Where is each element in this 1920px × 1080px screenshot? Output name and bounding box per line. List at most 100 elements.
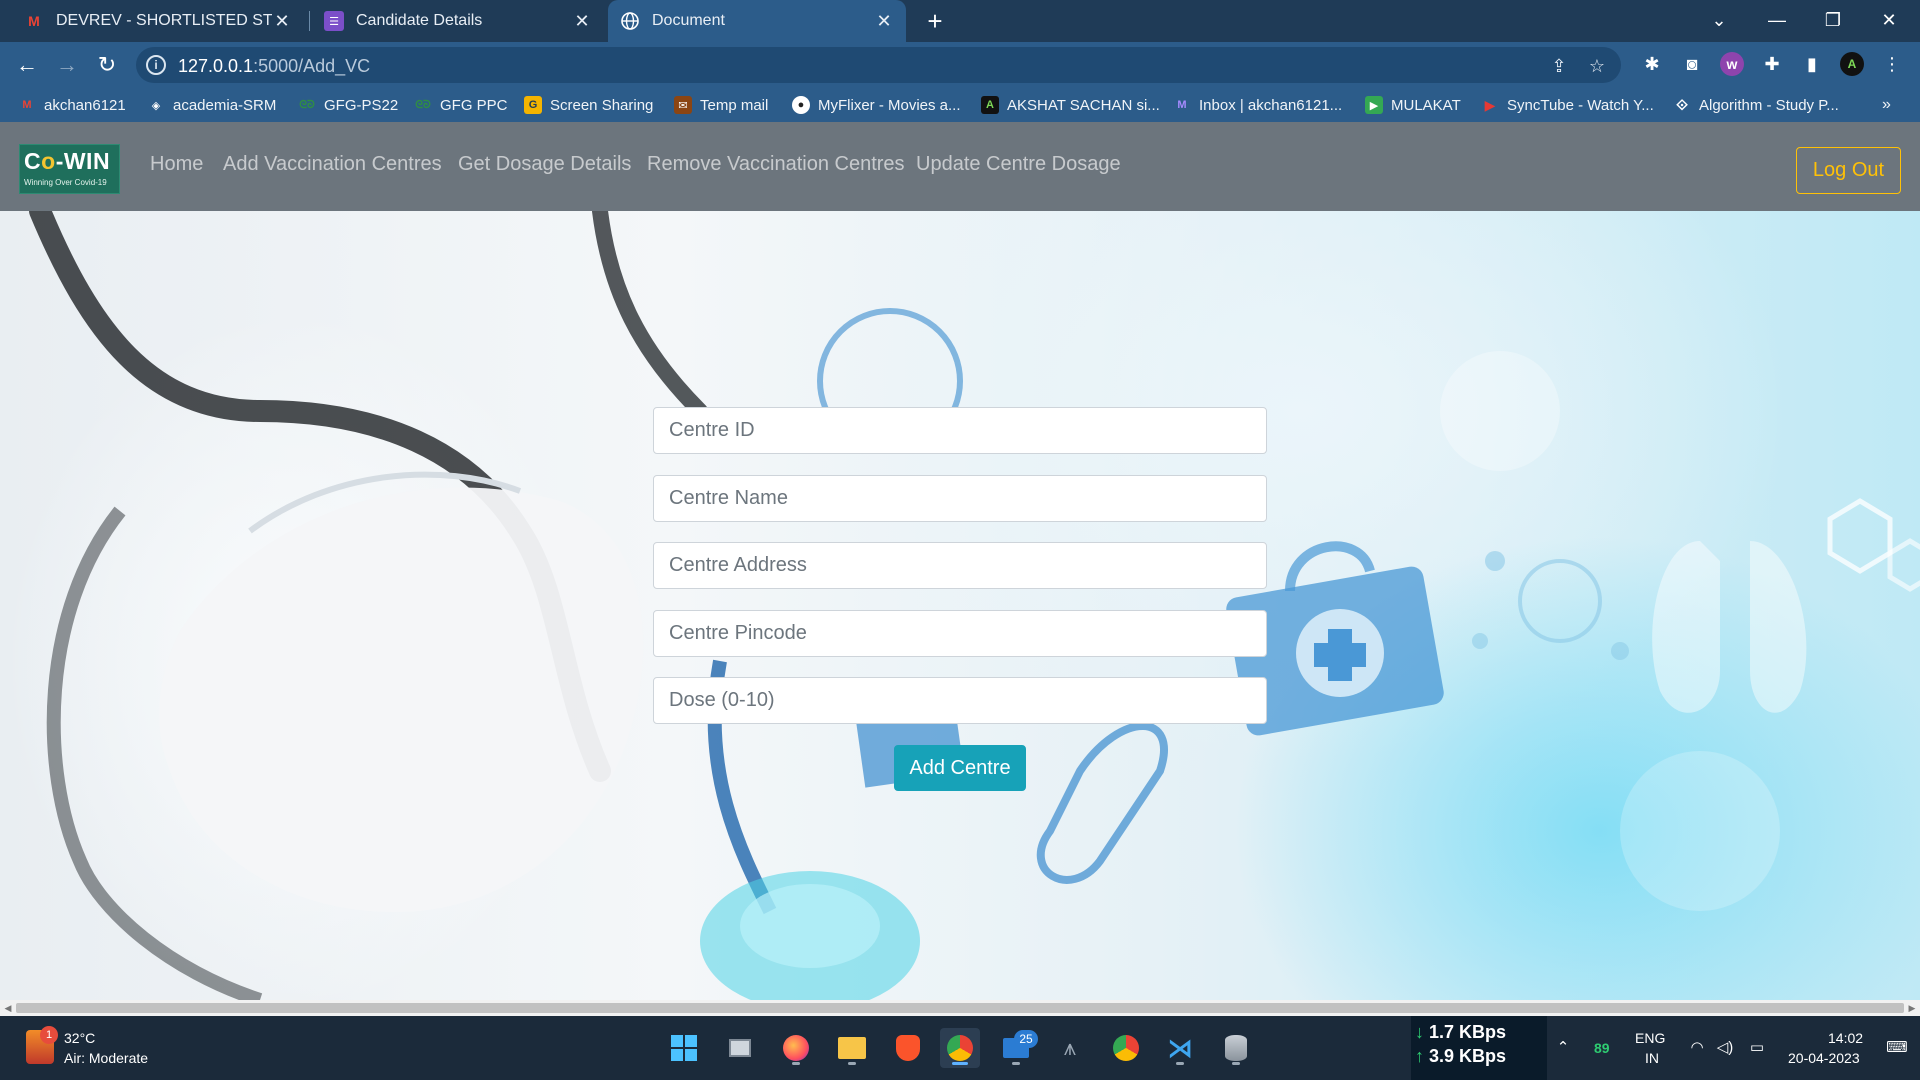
nav-link-update-centre-dosage[interactable]: Update Centre Dosage [916,153,1121,176]
wifi-icon[interactable]: ◠ [1686,1038,1708,1058]
lungs-icon-right [1750,541,1807,713]
bokeh-circle [1620,751,1780,911]
back-button[interactable]: ← [12,50,42,80]
bookmark-item[interactable]: Makchan6121 [18,94,125,116]
centre-address-input[interactable] [653,542,1267,589]
extension-w-icon[interactable]: w [1720,52,1744,76]
forward-button[interactable]: → [52,50,82,80]
chrome-icon-active[interactable] [940,1028,980,1068]
volume-icon[interactable]: ◁) [1714,1038,1736,1058]
restore-button[interactable]: ❐ [1810,0,1856,42]
close-icon[interactable]: ✕ [874,11,894,32]
gmail-icon: M [22,99,32,111]
bookmark-label: AKSHAT SACHAN si... [1007,96,1160,114]
centre-id-input[interactable] [653,407,1267,454]
site-info-icon[interactable]: i [146,55,166,75]
close-window-button[interactable]: ✕ [1866,0,1912,42]
tab-separator [309,11,310,31]
predator-sense-icon[interactable]: ⩚ [1050,1028,1090,1068]
bookmark-item[interactable]: G Screen Sharing [524,94,653,116]
bookmark-label: MULAKAT [1391,96,1461,114]
close-icon[interactable]: ✕ [572,11,592,32]
bookmark-item[interactable]: ▶ SyncTube - Watch Y... [1481,94,1654,116]
bookmark-item[interactable]: ✉ Temp mail [674,94,768,116]
tab-title: Document [652,12,725,29]
side-panel-icon[interactable]: ▮ [1800,52,1824,76]
logout-button[interactable]: Log Out [1796,147,1901,194]
bookmark-item[interactable]: ᘓᘐ GFG-PS22 [298,94,398,116]
bookmark-item[interactable]: ᘓᘐ GFG PPC [414,94,507,116]
tab-candidate-details[interactable]: ☰ Candidate Details ✕ [312,0,604,42]
tab-gmail[interactable]: M DEVREV - SHORTLISTED STUDEN ✕ [12,0,304,42]
film-reel-icon: ● [792,96,810,114]
dose-input[interactable] [653,677,1267,724]
bookmark-item[interactable]: M Inbox | akchan6121... [1173,94,1342,116]
notification-icon[interactable]: ⌨ [1886,1038,1908,1058]
cowin-logo[interactable]: Co-WIN Winning Over Covid-19 [19,144,120,194]
centre-name-input[interactable] [653,475,1267,522]
horizontal-scrollbar[interactable]: ◀ ▶ [0,1000,1920,1016]
bookmark-label: Temp mail [700,96,769,114]
medical-background-art [29,211,1920,1000]
hexagon-shape-2 [1887,538,1920,592]
share-icon[interactable]: ⇪ [1548,55,1570,77]
gfg-icon: ᘓᘐ [415,98,431,111]
chevron-up-icon[interactable]: ⌃ [1552,1038,1574,1058]
windows-logo-icon [671,1035,697,1061]
url-host: 127.0.0.1 [178,56,254,76]
bookmark-item[interactable]: ▶ MULAKAT [1365,94,1461,116]
extensions-menu-icon[interactable]: ✚ [1760,52,1784,76]
nav-link-home[interactable]: Home [150,153,203,176]
database-icon[interactable] [1216,1028,1256,1068]
windows-taskbar: 1 32°C Air: Moderate 25 ⩚ ⋊ ↓ 1.7 KBps ↑… [0,1016,1920,1080]
clock-date[interactable]: 20-04-2023 [1788,1050,1860,1066]
nav-link-remove-vaccination-centres[interactable]: Remove Vaccination Centres [647,153,905,176]
chrome-icon[interactable] [1106,1028,1146,1068]
tab-search-chevron-icon[interactable]: ⌄ [1696,0,1742,42]
bookmark-item[interactable]: A AKSHAT SACHAN si... [981,94,1160,116]
extension-puzzle-icon[interactable]: ✱ [1640,52,1664,76]
site-navbar: Co-WIN Winning Over Covid-19 Home Add Va… [0,122,1920,211]
file-explorer-icon[interactable] [832,1028,872,1068]
upload-speed: ↑ 3.9 KBps [1415,1046,1506,1067]
camera-extension-icon[interactable]: ◙ [1680,52,1704,76]
bookmark-star-icon[interactable]: ☆ [1586,55,1608,77]
profile-avatar[interactable]: A [1840,52,1864,76]
scroll-left-icon[interactable]: ◀ [2,1002,14,1014]
battery-icon[interactable]: ▭ [1746,1038,1768,1058]
weather-notification-badge: 1 [40,1026,58,1044]
bookmark-label: Algorithm - Study P... [1699,96,1839,114]
bookmark-item[interactable]: ⟐ Algorithm - Study P... [1673,94,1839,116]
address-bar[interactable]: i 127.0.0.1:5000/Add_VC ⇪ ☆ [136,47,1621,83]
nav-link-add-vaccination-centres[interactable]: Add Vaccination Centres [223,153,442,176]
bookmark-label: SyncTube - Watch Y... [1507,96,1654,114]
profile-icon: A [981,96,999,114]
temp-mail-icon: ✉ [674,96,692,114]
scrollbar-thumb[interactable] [16,1003,1904,1013]
start-button[interactable] [664,1028,704,1068]
browser-menu-icon[interactable]: ⋮ [1880,52,1904,76]
url-text[interactable]: 127.0.0.1:5000/Add_VC [178,56,370,77]
tab-document[interactable]: Document ✕ [608,0,906,42]
forms-icon: ☰ [324,11,344,31]
add-centre-button[interactable]: Add Centre [894,745,1026,791]
scroll-right-icon[interactable]: ▶ [1906,1002,1918,1014]
clock-time[interactable]: 14:02 [1828,1030,1863,1046]
language-indicator[interactable]: ENG [1635,1030,1665,1046]
weather-air-quality: Air: Moderate [64,1050,149,1066]
close-icon[interactable]: ✕ [272,11,292,32]
brave-browser-icon[interactable] [888,1028,928,1068]
bookmark-item[interactable]: ● MyFlixer - Movies a... [792,94,961,116]
reload-button[interactable]: ↻ [92,50,122,80]
region-indicator[interactable]: IN [1645,1050,1659,1066]
minimize-button[interactable]: — [1754,0,1800,42]
firefox-icon[interactable] [776,1028,816,1068]
diamond-icon: ◈ [151,99,161,112]
new-tab-button[interactable]: + [920,6,950,36]
nav-link-get-dosage-details[interactable]: Get Dosage Details [458,153,631,176]
task-view-icon[interactable] [720,1028,760,1068]
bookmarks-overflow-icon[interactable]: » [1882,94,1891,116]
vscode-icon[interactable]: ⋊ [1160,1028,1200,1068]
bookmark-item[interactable]: ◈ academia-SRM [147,94,277,116]
centre-pincode-input[interactable] [653,610,1267,657]
